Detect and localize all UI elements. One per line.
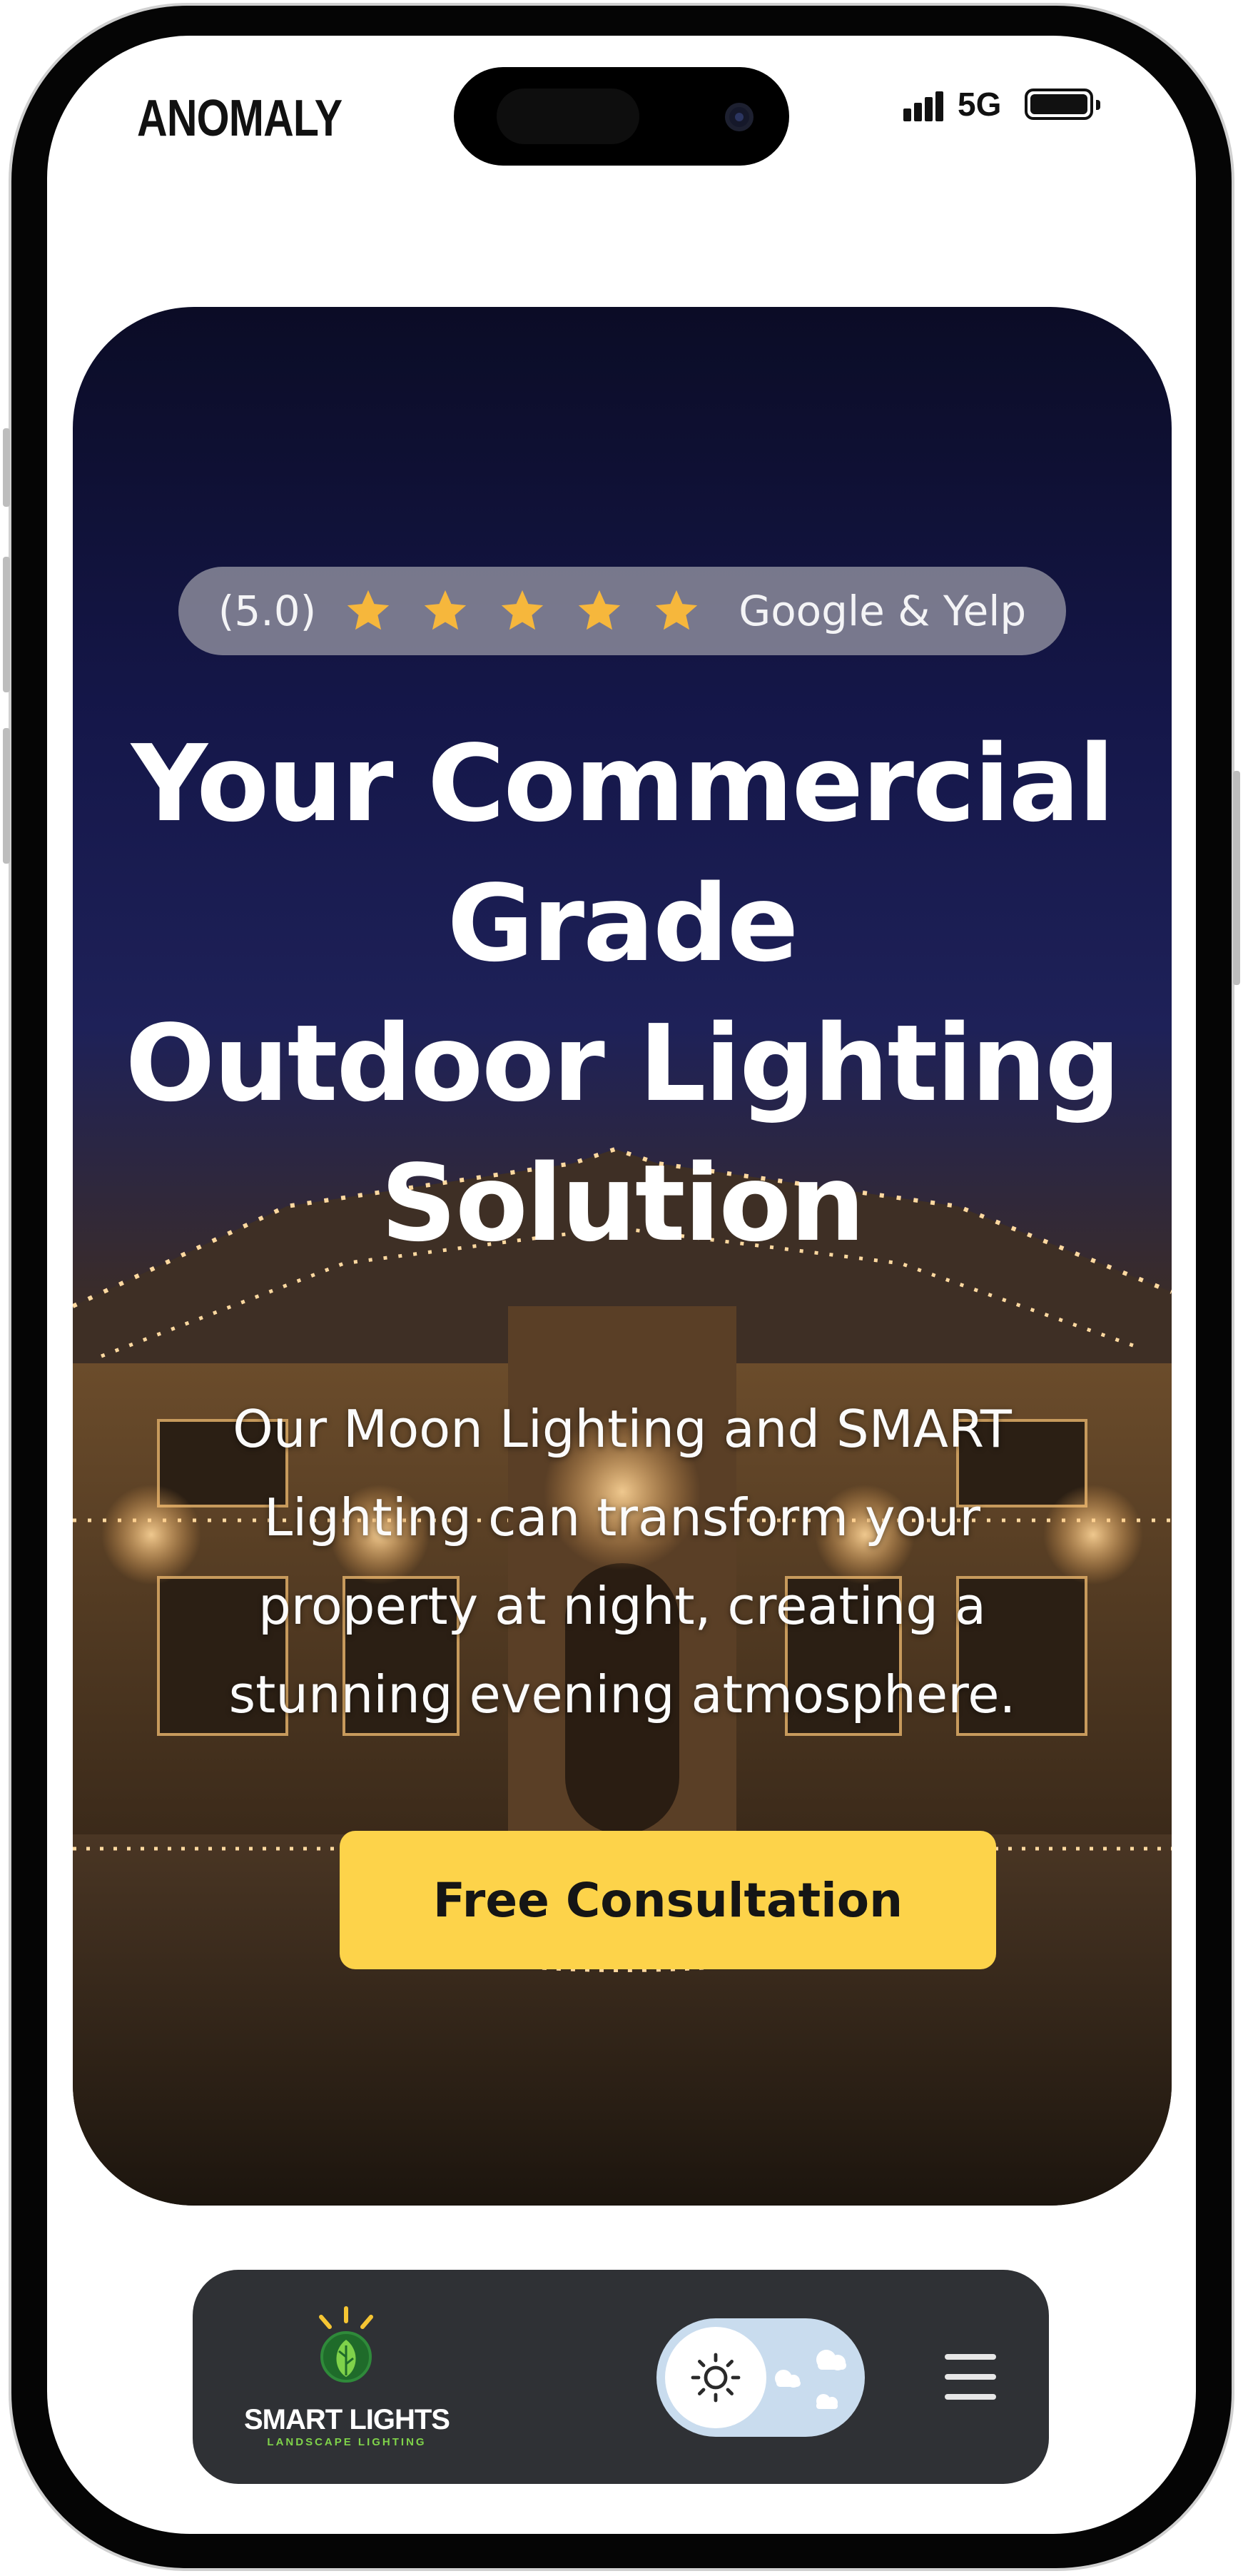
star-icon — [656, 590, 698, 630]
dynamic-island — [454, 67, 789, 166]
logo-subtext: LANDSCAPE LIGHTING — [267, 2436, 427, 2448]
hamburger-menu-icon[interactable] — [942, 2348, 999, 2405]
rating-badge: (5.0) Google & Yelp — [178, 567, 1066, 655]
status-bar: ANOMALY 5G — [47, 36, 1196, 214]
rating-stars — [336, 586, 709, 636]
camera-icon — [725, 103, 754, 131]
hero-section: (5.0) Google & Yelp Your Commercial Grad… — [73, 307, 1172, 2206]
sun-icon — [665, 2327, 766, 2428]
power-button — [1233, 771, 1240, 985]
network-label: 5G — [958, 86, 1002, 123]
volume-up-button — [3, 557, 10, 692]
rating-score: (5.0) — [218, 587, 317, 635]
island-sensor — [497, 89, 639, 144]
action-button — [3, 428, 10, 507]
bottom-nav-bar: SMART LIGHTS LANDSCAPE LIGHTING — [193, 2270, 1049, 2484]
star-icon — [425, 590, 467, 630]
headline-line: Outdoor Lighting — [125, 1002, 1121, 1125]
cloud-icon — [775, 2350, 846, 2409]
signal-icon — [903, 86, 946, 121]
headline-line: Your Commercial — [131, 722, 1115, 845]
hero-headline: Your Commercial Grade Outdoor Lighting S… — [116, 714, 1129, 1273]
rating-source: Google & Yelp — [739, 587, 1027, 635]
star-icon — [579, 590, 621, 630]
hero-description: Our Moon Lighting and SMART Lighting can… — [228, 1399, 1016, 1724]
lightbulb-leaf-icon — [319, 2306, 373, 2383]
star-icon — [347, 590, 390, 630]
headline-line: Grade — [447, 862, 799, 985]
theme-toggle[interactable] — [656, 2318, 865, 2437]
headline-line: Solution — [380, 1142, 866, 1265]
logo-text: SMART LIGHTS — [244, 2404, 450, 2435]
battery-icon — [1025, 89, 1100, 120]
volume-down-button — [3, 728, 10, 864]
screen: ANOMALY 5G (5.0) Google & Yelp Your Comm… — [47, 36, 1196, 2534]
free-consultation-button[interactable]: Free Consultation — [340, 1831, 996, 1969]
star-icon — [502, 590, 544, 630]
smart-lights-logo[interactable]: SMART LIGHTS LANDSCAPE LIGHTING — [233, 2305, 461, 2448]
brand-label: ANOMALY — [137, 90, 343, 147]
